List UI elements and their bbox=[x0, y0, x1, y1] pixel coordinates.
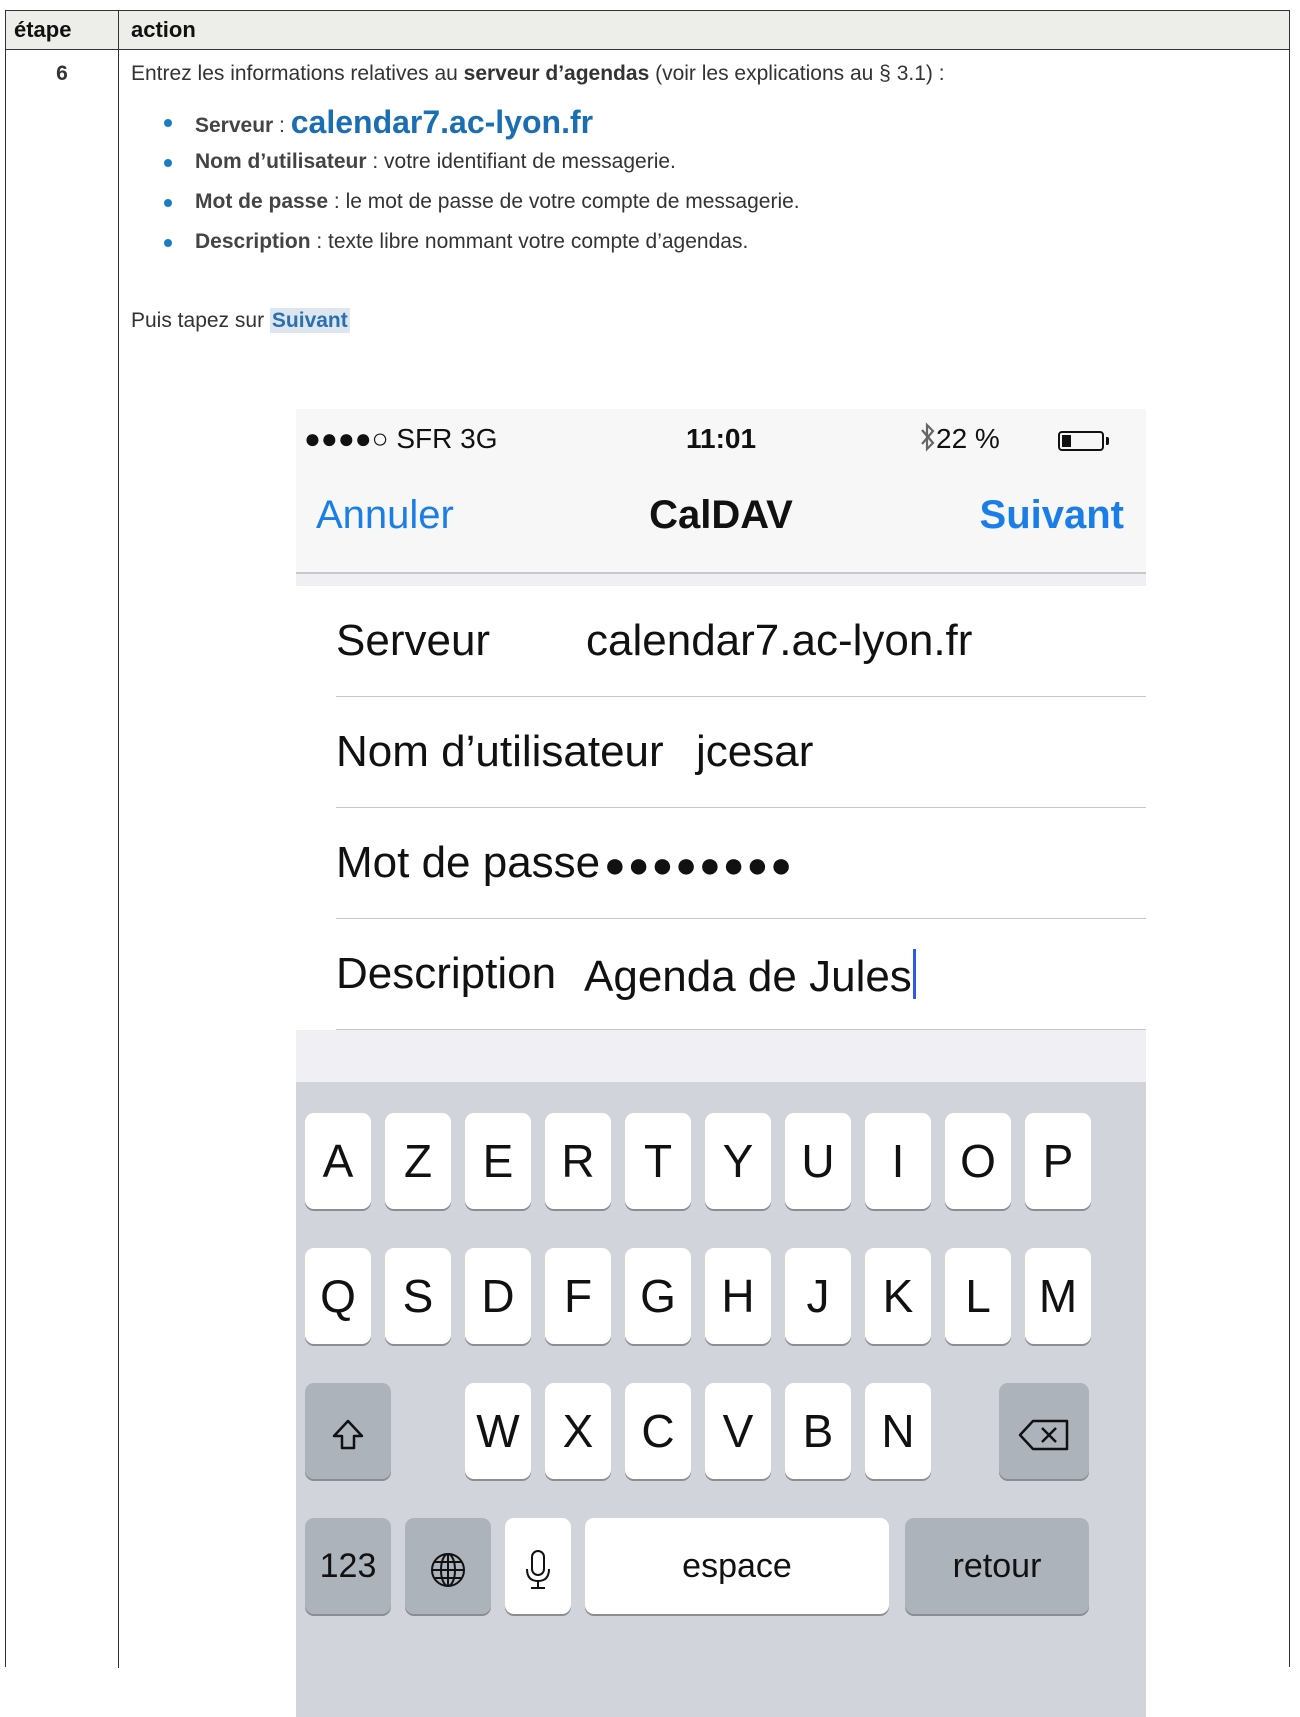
key-s[interactable]: S bbox=[385, 1248, 451, 1344]
bullet-icon bbox=[164, 239, 172, 247]
phone-screenshot: ●●●●○ SFR 3G 11:01 22 % Annuler CalDAV S… bbox=[296, 409, 1146, 1717]
list-item: Description : texte libre nommant votre … bbox=[164, 222, 800, 262]
account-form: Serveur calendar7.ac-lyon.fr Nom d’utili… bbox=[296, 586, 1146, 1030]
key-i[interactable]: I bbox=[865, 1113, 931, 1209]
list-item: Nom d’utilisateur : votre identifiant de… bbox=[164, 142, 800, 182]
next-button[interactable]: Suivant bbox=[980, 493, 1124, 538]
username-label: Nom d’utilisateur bbox=[336, 727, 664, 776]
key-g[interactable]: G bbox=[625, 1248, 691, 1344]
key-t[interactable]: T bbox=[625, 1113, 691, 1209]
list-item: Mot de passe : le mot de passe de votre … bbox=[164, 182, 800, 222]
bullet-icon bbox=[164, 119, 172, 127]
bluetooth-icon bbox=[918, 421, 938, 460]
intro-prefix: Entrez les informations relatives au bbox=[131, 62, 464, 85]
then-text: Puis tapez sur Suivant bbox=[131, 308, 350, 333]
bullet-value: texte libre nommant votre compte d’agend… bbox=[328, 230, 749, 253]
key-d[interactable]: D bbox=[465, 1248, 531, 1344]
bullet-list: Serveur : calendar7.ac-lyon.fr Nom d’uti… bbox=[164, 102, 800, 262]
key-n[interactable]: N bbox=[865, 1383, 931, 1479]
key-f[interactable]: F bbox=[545, 1248, 611, 1344]
server-label: Serveur bbox=[336, 616, 491, 665]
delete-key[interactable] bbox=[999, 1383, 1089, 1479]
server-row[interactable]: Serveur calendar7.ac-lyon.fr bbox=[336, 586, 1146, 697]
key-x[interactable]: X bbox=[545, 1383, 611, 1479]
key-h[interactable]: H bbox=[705, 1248, 771, 1344]
password-field[interactable]: ●●●●●●●● bbox=[604, 844, 794, 886]
bullet-icon bbox=[164, 199, 172, 207]
bullet-label: Mot de passe bbox=[195, 190, 329, 213]
server-value: calendar7.ac-lyon.fr bbox=[290, 104, 594, 140]
key-b[interactable]: B bbox=[785, 1383, 851, 1479]
key-k[interactable]: K bbox=[865, 1248, 931, 1344]
key-c[interactable]: C bbox=[625, 1383, 691, 1479]
key-o[interactable]: O bbox=[945, 1113, 1011, 1209]
battery-icon bbox=[1058, 431, 1104, 451]
intro-text: Entrez les informations relatives au ser… bbox=[131, 62, 945, 86]
suivant-highlight: Suivant bbox=[269, 308, 350, 333]
bullet-label: Nom d’utilisateur bbox=[195, 150, 367, 173]
step-number: 6 bbox=[56, 62, 68, 85]
space-key[interactable]: espace bbox=[585, 1518, 889, 1614]
header-action: action bbox=[131, 17, 196, 42]
delete-icon bbox=[1017, 1383, 1071, 1479]
bullet-label: Description bbox=[195, 230, 311, 253]
status-bar: ●●●●○ SFR 3G 11:01 22 % bbox=[296, 409, 1146, 469]
key-p[interactable]: P bbox=[1025, 1113, 1091, 1209]
numbers-key[interactable]: 123 bbox=[305, 1518, 391, 1614]
globe-key[interactable] bbox=[405, 1518, 491, 1614]
shift-icon bbox=[330, 1383, 366, 1479]
username-row[interactable]: Nom d’utilisateur jcesar bbox=[336, 697, 1146, 808]
intro-bold: serveur d’agendas bbox=[463, 62, 650, 85]
shift-key[interactable] bbox=[305, 1383, 391, 1479]
bullet-value: le mot de passe de votre compte de messa… bbox=[345, 190, 800, 213]
key-a[interactable]: A bbox=[305, 1113, 371, 1209]
key-z[interactable]: Z bbox=[385, 1113, 451, 1209]
instruction-table: étape action 6 Entrez les informations r… bbox=[5, 10, 1290, 1717]
table-header: étape action bbox=[6, 11, 1289, 50]
intro-suffix: (voir les explications au § 3.1) : bbox=[649, 62, 945, 85]
description-value: Agenda de Jules bbox=[584, 952, 912, 1001]
key-e[interactable]: E bbox=[465, 1113, 531, 1209]
key-l[interactable]: L bbox=[945, 1248, 1011, 1344]
description-field[interactable]: Agenda de Jules bbox=[584, 949, 916, 1002]
table-row: 6 Entrez les informations relatives au s… bbox=[6, 50, 1289, 1717]
globe-icon bbox=[428, 1518, 468, 1614]
username-field[interactable]: jcesar bbox=[696, 727, 813, 777]
nav-bar: Annuler CalDAV Suivant bbox=[296, 469, 1146, 574]
header-step: étape bbox=[14, 17, 72, 42]
key-j[interactable]: J bbox=[785, 1248, 851, 1344]
bullet-value: votre identifiant de messagerie. bbox=[384, 150, 676, 173]
description-label: Description bbox=[336, 949, 557, 998]
battery-percent: 22 % bbox=[936, 423, 1000, 454]
key-m[interactable]: M bbox=[1025, 1248, 1091, 1344]
text-cursor bbox=[912, 949, 916, 999]
description-row[interactable]: Description Agenda de Jules bbox=[336, 919, 1146, 1030]
key-v[interactable]: V bbox=[705, 1383, 771, 1479]
list-item: Serveur : calendar7.ac-lyon.fr bbox=[164, 102, 800, 142]
password-label: Mot de passe bbox=[336, 838, 601, 887]
microphone-icon bbox=[523, 1518, 553, 1614]
key-r[interactable]: R bbox=[545, 1113, 611, 1209]
key-y[interactable]: Y bbox=[705, 1113, 771, 1209]
server-field[interactable]: calendar7.ac-lyon.fr bbox=[586, 616, 972, 666]
return-key[interactable]: retour bbox=[905, 1518, 1089, 1614]
key-w[interactable]: W bbox=[465, 1383, 531, 1479]
status-time: 11:01 bbox=[686, 423, 757, 454]
keyboard: A Z E R T Y U I O P Q S D F G H J K L M … bbox=[296, 1082, 1146, 1717]
bullet-label: Serveur bbox=[195, 114, 274, 137]
password-row[interactable]: Mot de passe ●●●●●●●● bbox=[336, 808, 1146, 919]
key-u[interactable]: U bbox=[785, 1113, 851, 1209]
key-q[interactable]: Q bbox=[305, 1248, 371, 1344]
microphone-key[interactable] bbox=[505, 1518, 571, 1614]
carrier-text: ●●●●○ SFR 3G bbox=[304, 423, 498, 454]
bullet-icon bbox=[164, 159, 172, 167]
